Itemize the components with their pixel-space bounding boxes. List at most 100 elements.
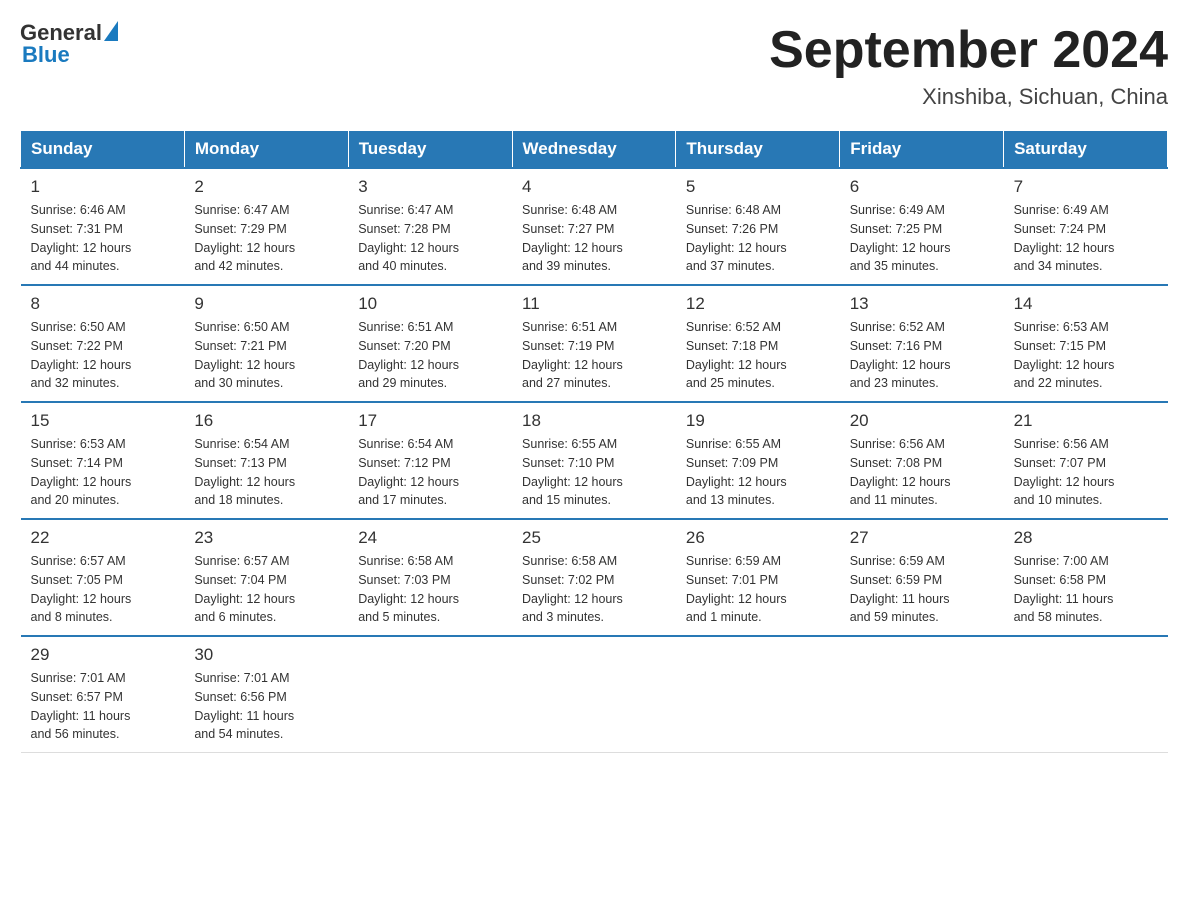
day-info: Sunrise: 6:48 AM Sunset: 7:26 PM Dayligh… bbox=[686, 201, 830, 276]
calendar-cell bbox=[1004, 636, 1168, 753]
calendar-table: SundayMondayTuesdayWednesdayThursdayFrid… bbox=[20, 130, 1168, 753]
calendar-cell: 22 Sunrise: 6:57 AM Sunset: 7:05 PM Dayli… bbox=[21, 519, 185, 636]
calendar-cell: 28Sunrise: 7:00 AM Sunset: 6:58 PM Dayli… bbox=[1004, 519, 1168, 636]
calendar-cell: 20 Sunrise: 6:56 AM Sunset: 7:08 PM Dayli… bbox=[840, 402, 1004, 519]
day-number: 12 bbox=[686, 294, 830, 314]
day-info: Sunrise: 7:01 AM Sunset: 6:56 PM Dayligh… bbox=[194, 669, 338, 744]
day-info: Sunrise: 6:51 AM Sunset: 7:20 PM Dayligh… bbox=[358, 318, 502, 393]
day-info: Sunrise: 6:59 AM Sunset: 6:59 PM Dayligh… bbox=[850, 552, 994, 627]
calendar-week-row: 1Sunrise: 6:46 AM Sunset: 7:31 PM Daylig… bbox=[21, 168, 1168, 285]
calendar-cell: 23 Sunrise: 6:57 AM Sunset: 7:04 PM Dayli… bbox=[184, 519, 348, 636]
day-number: 3 bbox=[358, 177, 502, 197]
day-number: 29 bbox=[31, 645, 175, 665]
logo: General Blue bbox=[20, 20, 118, 68]
day-number: 21 bbox=[1014, 411, 1158, 431]
day-number: 18 bbox=[522, 411, 666, 431]
day-number: 14 bbox=[1014, 294, 1158, 314]
calendar-cell: 25 Sunrise: 6:58 AM Sunset: 7:02 PM Dayli… bbox=[512, 519, 676, 636]
day-info: Sunrise: 6:57 AM Sunset: 7:05 PM Dayligh… bbox=[31, 552, 175, 627]
calendar-cell: 14 Sunrise: 6:53 AM Sunset: 7:15 PM Dayli… bbox=[1004, 285, 1168, 402]
day-number: 4 bbox=[522, 177, 666, 197]
day-number: 19 bbox=[686, 411, 830, 431]
day-info: Sunrise: 6:58 AM Sunset: 7:03 PM Dayligh… bbox=[358, 552, 502, 627]
logo-triangle-icon bbox=[104, 21, 118, 41]
day-info: Sunrise: 6:53 AM Sunset: 7:15 PM Dayligh… bbox=[1014, 318, 1158, 393]
day-number: 26 bbox=[686, 528, 830, 548]
day-info: Sunrise: 6:58 AM Sunset: 7:02 PM Dayligh… bbox=[522, 552, 666, 627]
day-number: 28 bbox=[1014, 528, 1158, 548]
calendar-cell: 24 Sunrise: 6:58 AM Sunset: 7:03 PM Dayli… bbox=[348, 519, 512, 636]
calendar-cell: 2Sunrise: 6:47 AM Sunset: 7:29 PM Daylig… bbox=[184, 168, 348, 285]
day-number: 23 bbox=[194, 528, 338, 548]
day-number: 24 bbox=[358, 528, 502, 548]
calendar-cell: 11Sunrise: 6:51 AM Sunset: 7:19 PM Dayli… bbox=[512, 285, 676, 402]
calendar-cell: 15Sunrise: 6:53 AM Sunset: 7:14 PM Dayli… bbox=[21, 402, 185, 519]
calendar-cell bbox=[348, 636, 512, 753]
day-number: 8 bbox=[31, 294, 175, 314]
calendar-cell: 19Sunrise: 6:55 AM Sunset: 7:09 PM Dayli… bbox=[676, 402, 840, 519]
calendar-header-sunday: Sunday bbox=[21, 131, 185, 169]
calendar-week-row: 29 Sunrise: 7:01 AM Sunset: 6:57 PM Dayli… bbox=[21, 636, 1168, 753]
day-number: 17 bbox=[358, 411, 502, 431]
calendar-cell: 30 Sunrise: 7:01 AM Sunset: 6:56 PM Dayli… bbox=[184, 636, 348, 753]
calendar-cell: 6 Sunrise: 6:49 AM Sunset: 7:25 PM Daylig… bbox=[840, 168, 1004, 285]
calendar-title: September 2024 bbox=[769, 20, 1168, 80]
calendar-header-row: SundayMondayTuesdayWednesdayThursdayFrid… bbox=[21, 131, 1168, 169]
page-header: General Blue September 2024 Xinshiba, Si… bbox=[20, 20, 1168, 110]
calendar-cell: 10 Sunrise: 6:51 AM Sunset: 7:20 PM Dayli… bbox=[348, 285, 512, 402]
day-info: Sunrise: 6:49 AM Sunset: 7:24 PM Dayligh… bbox=[1014, 201, 1158, 276]
calendar-cell: 21 Sunrise: 6:56 AM Sunset: 7:07 PM Dayli… bbox=[1004, 402, 1168, 519]
calendar-cell: 4 Sunrise: 6:48 AM Sunset: 7:27 PM Daylig… bbox=[512, 168, 676, 285]
calendar-cell bbox=[840, 636, 1004, 753]
calendar-header-monday: Monday bbox=[184, 131, 348, 169]
calendar-subtitle: Xinshiba, Sichuan, China bbox=[769, 84, 1168, 110]
day-number: 20 bbox=[850, 411, 994, 431]
day-info: Sunrise: 6:46 AM Sunset: 7:31 PM Dayligh… bbox=[31, 201, 175, 276]
day-number: 27 bbox=[850, 528, 994, 548]
calendar-cell: 29 Sunrise: 7:01 AM Sunset: 6:57 PM Dayli… bbox=[21, 636, 185, 753]
day-info: Sunrise: 6:54 AM Sunset: 7:13 PM Dayligh… bbox=[194, 435, 338, 510]
day-info: Sunrise: 6:56 AM Sunset: 7:07 PM Dayligh… bbox=[1014, 435, 1158, 510]
day-info: Sunrise: 6:51 AM Sunset: 7:19 PM Dayligh… bbox=[522, 318, 666, 393]
day-info: Sunrise: 6:47 AM Sunset: 7:28 PM Dayligh… bbox=[358, 201, 502, 276]
calendar-cell: 3 Sunrise: 6:47 AM Sunset: 7:28 PM Daylig… bbox=[348, 168, 512, 285]
day-info: Sunrise: 6:47 AM Sunset: 7:29 PM Dayligh… bbox=[194, 201, 338, 276]
day-number: 10 bbox=[358, 294, 502, 314]
calendar-cell: 13 Sunrise: 6:52 AM Sunset: 7:16 PM Dayli… bbox=[840, 285, 1004, 402]
day-info: Sunrise: 6:48 AM Sunset: 7:27 PM Dayligh… bbox=[522, 201, 666, 276]
day-info: Sunrise: 6:57 AM Sunset: 7:04 PM Dayligh… bbox=[194, 552, 338, 627]
calendar-cell: 27 Sunrise: 6:59 AM Sunset: 6:59 PM Dayli… bbox=[840, 519, 1004, 636]
calendar-week-row: 15Sunrise: 6:53 AM Sunset: 7:14 PM Dayli… bbox=[21, 402, 1168, 519]
calendar-header-friday: Friday bbox=[840, 131, 1004, 169]
day-number: 30 bbox=[194, 645, 338, 665]
calendar-cell: 8 Sunrise: 6:50 AM Sunset: 7:22 PM Daylig… bbox=[21, 285, 185, 402]
day-info: Sunrise: 7:01 AM Sunset: 6:57 PM Dayligh… bbox=[31, 669, 175, 744]
day-info: Sunrise: 6:56 AM Sunset: 7:08 PM Dayligh… bbox=[850, 435, 994, 510]
day-info: Sunrise: 6:53 AM Sunset: 7:14 PM Dayligh… bbox=[31, 435, 175, 510]
day-number: 7 bbox=[1014, 177, 1158, 197]
calendar-cell: 16 Sunrise: 6:54 AM Sunset: 7:13 PM Dayli… bbox=[184, 402, 348, 519]
calendar-cell: 17 Sunrise: 6:54 AM Sunset: 7:12 PM Dayli… bbox=[348, 402, 512, 519]
calendar-header-saturday: Saturday bbox=[1004, 131, 1168, 169]
title-block: September 2024 Xinshiba, Sichuan, China bbox=[769, 20, 1168, 110]
day-number: 5 bbox=[686, 177, 830, 197]
day-number: 13 bbox=[850, 294, 994, 314]
calendar-cell bbox=[512, 636, 676, 753]
calendar-body: 1Sunrise: 6:46 AM Sunset: 7:31 PM Daylig… bbox=[21, 168, 1168, 753]
calendar-week-row: 22 Sunrise: 6:57 AM Sunset: 7:05 PM Dayli… bbox=[21, 519, 1168, 636]
day-number: 6 bbox=[850, 177, 994, 197]
day-info: Sunrise: 6:50 AM Sunset: 7:22 PM Dayligh… bbox=[31, 318, 175, 393]
calendar-header-tuesday: Tuesday bbox=[348, 131, 512, 169]
calendar-cell: 12Sunrise: 6:52 AM Sunset: 7:18 PM Dayli… bbox=[676, 285, 840, 402]
logo-blue: Blue bbox=[22, 42, 70, 68]
day-info: Sunrise: 6:59 AM Sunset: 7:01 PM Dayligh… bbox=[686, 552, 830, 627]
calendar-cell: 26 Sunrise: 6:59 AM Sunset: 7:01 PM Dayli… bbox=[676, 519, 840, 636]
day-number: 16 bbox=[194, 411, 338, 431]
calendar-cell bbox=[676, 636, 840, 753]
day-info: Sunrise: 6:54 AM Sunset: 7:12 PM Dayligh… bbox=[358, 435, 502, 510]
calendar-cell: 5 Sunrise: 6:48 AM Sunset: 7:26 PM Daylig… bbox=[676, 168, 840, 285]
day-info: Sunrise: 6:49 AM Sunset: 7:25 PM Dayligh… bbox=[850, 201, 994, 276]
day-info: Sunrise: 6:52 AM Sunset: 7:16 PM Dayligh… bbox=[850, 318, 994, 393]
day-number: 25 bbox=[522, 528, 666, 548]
day-number: 22 bbox=[31, 528, 175, 548]
